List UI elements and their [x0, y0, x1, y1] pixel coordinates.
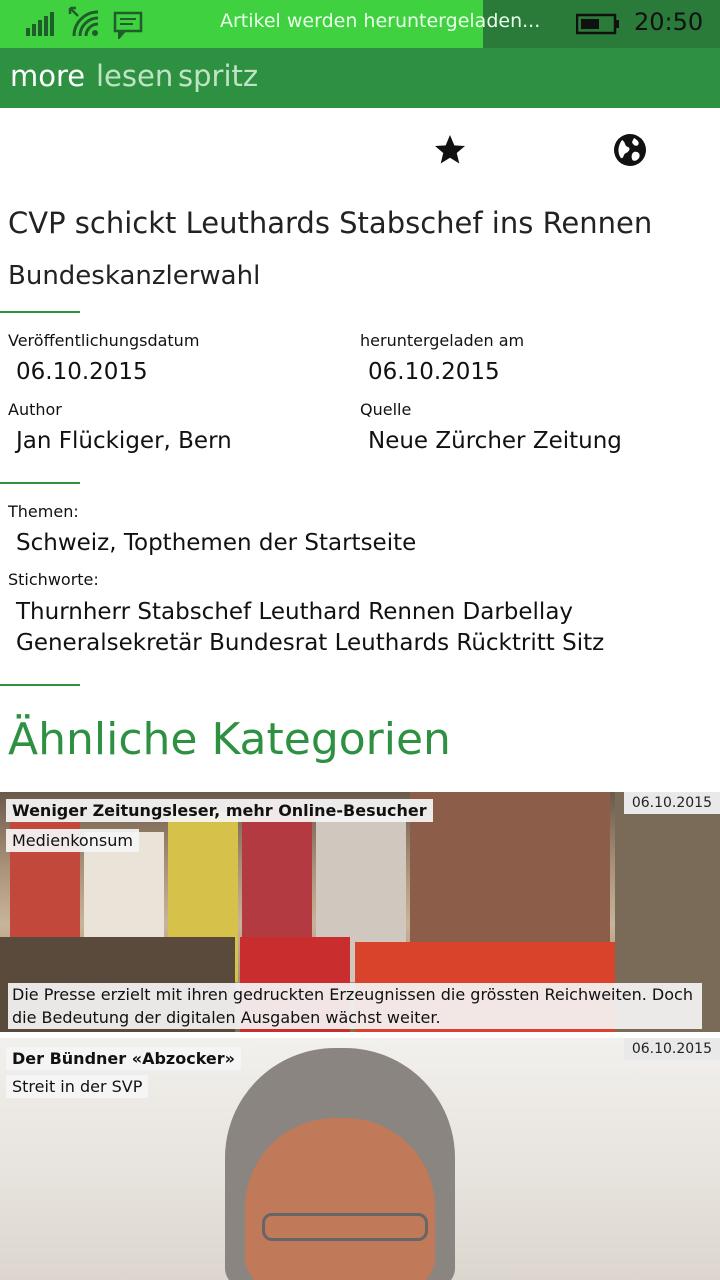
- pivot-header: more lesen spritz: [0, 48, 720, 108]
- article-subtitle: Bundeskanzlerwahl: [8, 261, 261, 291]
- globe-icon[interactable]: [612, 132, 648, 172]
- downloaded-label: heruntergeladen am: [360, 331, 525, 350]
- card-title: Der Bündner «Abzocker»: [6, 1047, 241, 1070]
- person-glasses: [262, 1213, 428, 1241]
- topics-value: Schweiz, Topthemen der Startseite: [16, 530, 417, 556]
- status-message: Artikel werden heruntergeladen...: [220, 10, 541, 32]
- related-heading: Ähnliche Kategorien: [8, 714, 451, 765]
- divider: [0, 482, 80, 484]
- star-icon[interactable]: [432, 132, 468, 172]
- related-card[interactable]: Der Bündner «Abzocker» Streit in der SVP…: [0, 1038, 720, 1280]
- person-face: [245, 1118, 435, 1280]
- message-icon: [113, 11, 143, 43]
- wifi-icon: [68, 6, 102, 44]
- card-description: Die Presse erzielt mit ihren gedruckten …: [8, 983, 702, 1029]
- card-category-text: Streit in der SVP: [12, 1077, 143, 1096]
- status-time: 20:50: [634, 8, 704, 36]
- published-value: 06.10.2015: [16, 359, 148, 385]
- divider: [0, 311, 80, 313]
- divider: [0, 684, 80, 686]
- card-category: Medienkonsum: [6, 829, 139, 852]
- tab-lesen[interactable]: lesen: [96, 59, 173, 93]
- keywords-line: Generalsekretär Bundesrat Leuthards Rück…: [16, 630, 605, 656]
- tab-spritz[interactable]: spritz: [178, 59, 258, 93]
- source-value: Neue Zürcher Zeitung: [368, 428, 622, 454]
- keywords-value: Thurnherr Stabschef Leuthard Rennen Darb…: [16, 597, 604, 659]
- card-category: Streit in der SVP: [6, 1075, 149, 1098]
- topics-label: Themen:: [8, 502, 79, 521]
- magazine-image: [410, 792, 610, 942]
- published-label: Veröffentlichungsdatum: [8, 331, 200, 350]
- card-title: Weniger Zeitungsleser, mehr Online-Besuc…: [6, 799, 433, 822]
- card-category-text: Medienkonsum: [12, 831, 133, 850]
- card-title-text: Der Bündner «Abzocker»: [12, 1049, 235, 1068]
- article-title: CVP schickt Leuthards Stabschef ins Renn…: [8, 206, 653, 240]
- card-title-text: Weniger Zeitungsleser, mehr Online-Besuc…: [12, 801, 427, 820]
- downloaded-value: 06.10.2015: [368, 359, 500, 385]
- card-date: 06.10.2015: [623, 792, 720, 814]
- keywords-line: Thurnherr Stabschef Leuthard Rennen Darb…: [16, 599, 574, 625]
- keywords-label: Stichworte:: [8, 570, 99, 589]
- battery-icon: [575, 13, 620, 39]
- signal-bars-icon: [26, 12, 54, 40]
- card-date: 06.10.2015: [623, 1038, 720, 1060]
- status-bar: Artikel werden heruntergeladen... 20:50: [0, 0, 720, 48]
- tab-more[interactable]: more: [10, 59, 85, 93]
- author-value: Jan Flückiger, Bern: [16, 428, 232, 454]
- source-label: Quelle: [360, 400, 412, 419]
- author-label: Author: [8, 400, 62, 419]
